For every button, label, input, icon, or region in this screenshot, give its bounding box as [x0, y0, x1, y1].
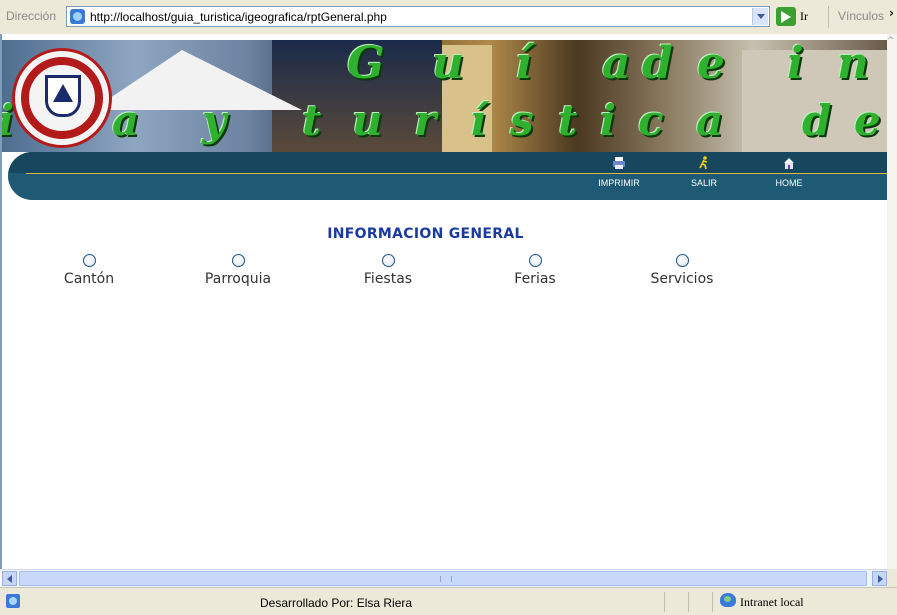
banner-letter: t — [558, 96, 578, 145]
status-text: Desarrollado Por: Elsa Riera — [260, 596, 413, 610]
nav-band: IMPRIMIR SALIR HOME — [8, 152, 887, 200]
nav-label-home[interactable]: HOME — [754, 178, 824, 188]
printer-icon[interactable] — [612, 156, 626, 170]
option-canton[interactable]: Cantón — [34, 254, 144, 287]
logo-shield — [45, 75, 81, 117]
vertical-scrollbar[interactable]: ^ — [887, 34, 897, 569]
status-divider — [712, 592, 713, 612]
banner-letter: u — [352, 96, 383, 145]
status-divider — [664, 592, 665, 612]
banner-letter: u — [432, 40, 464, 89]
address-bar: Dirección http://localhost/guia_turistic… — [0, 0, 897, 35]
banner-letter: a — [602, 40, 631, 89]
scroll-left-icon[interactable] — [2, 571, 17, 586]
nav-label-salir[interactable]: SALIR — [669, 178, 739, 188]
option-label[interactable]: Ferias — [480, 271, 590, 287]
option-label[interactable]: Servicios — [627, 271, 737, 287]
option-label[interactable]: Cantón — [34, 271, 144, 287]
banner-letter: y — [202, 96, 227, 145]
option-fiestas[interactable]: Fiestas — [333, 254, 443, 287]
banner-letter: i — [787, 40, 804, 89]
page-content: G u í a d e i n i c a y t u r í s t i c … — [0, 34, 889, 569]
option-label[interactable]: Fiestas — [333, 271, 443, 287]
banner-letter: d — [802, 96, 832, 145]
banner-letter: G — [347, 40, 385, 89]
banner-letter: s — [510, 96, 534, 145]
banner-letter: a — [112, 96, 140, 145]
nav-item-imprimir[interactable]: IMPRIMIR — [584, 156, 654, 188]
banner-letter: t — [302, 96, 322, 145]
radio-button[interactable] — [528, 254, 542, 267]
radio-button[interactable] — [82, 254, 96, 267]
banner-letter: i — [600, 96, 616, 145]
security-zone-label: Intranet local — [740, 595, 804, 609]
nav-item-salir[interactable]: SALIR — [669, 156, 739, 188]
links-chevron-icon[interactable]: › — [889, 6, 894, 20]
horizontal-scrollbar[interactable] — [2, 569, 887, 587]
option-ferias[interactable]: Ferias — [480, 254, 590, 287]
scrollbar-corner — [887, 569, 897, 587]
banner-letter: n — [837, 40, 869, 89]
banner-letter: e — [697, 40, 725, 89]
page-status-icon — [6, 594, 20, 608]
banner-letter: d — [642, 40, 673, 89]
banner-letter: e — [854, 96, 881, 145]
scroll-up-icon[interactable]: ^ — [887, 36, 895, 46]
running-person-icon[interactable] — [697, 156, 711, 170]
nav-label-imprimir[interactable]: IMPRIMIR — [584, 178, 654, 188]
radio-button[interactable] — [381, 254, 395, 267]
status-divider — [688, 592, 689, 612]
option-parroquia[interactable]: Parroquia — [183, 254, 293, 287]
banner-letter: í — [515, 40, 532, 89]
address-label: Dirección — [6, 9, 57, 23]
banner-letter: a — [696, 96, 724, 145]
chevron-down-icon[interactable] — [752, 8, 768, 25]
option-label[interactable]: Parroquia — [183, 271, 293, 287]
status-bar: Desarrollado Por: Elsa Riera Intranet lo… — [0, 587, 897, 615]
scroll-right-icon[interactable] — [872, 571, 887, 586]
url-field[interactable]: http://localhost/guia_turistica/igeograf… — [66, 6, 770, 27]
university-logo — [12, 48, 112, 148]
radio-button[interactable] — [675, 254, 689, 267]
radio-button[interactable] — [231, 254, 245, 267]
grip-icon — [440, 576, 452, 582]
go-arrow-icon[interactable] — [776, 7, 796, 26]
header-banner: G u í a d e i n i c a y t u r í s t i c … — [2, 40, 887, 152]
page-icon — [70, 9, 85, 24]
volcano-icon — [53, 84, 73, 102]
banner-letter: í — [470, 96, 486, 145]
house-icon[interactable] — [782, 156, 796, 170]
banner-letter: c — [638, 96, 664, 145]
go-button[interactable]: Ir — [800, 9, 808, 24]
links-menu[interactable]: Vínculos — [838, 9, 884, 23]
url-text[interactable]: http://localhost/guia_turistica/igeograf… — [90, 10, 387, 24]
page-title: INFORMACION GENERAL — [327, 226, 524, 242]
toolbar-divider — [828, 6, 829, 28]
option-servicios[interactable]: Servicios — [627, 254, 737, 287]
banner-letter: r — [414, 96, 437, 145]
nav-item-home[interactable]: HOME — [754, 156, 824, 188]
scrollbar-thumb[interactable] — [19, 571, 867, 586]
intranet-globe-icon — [720, 593, 736, 607]
